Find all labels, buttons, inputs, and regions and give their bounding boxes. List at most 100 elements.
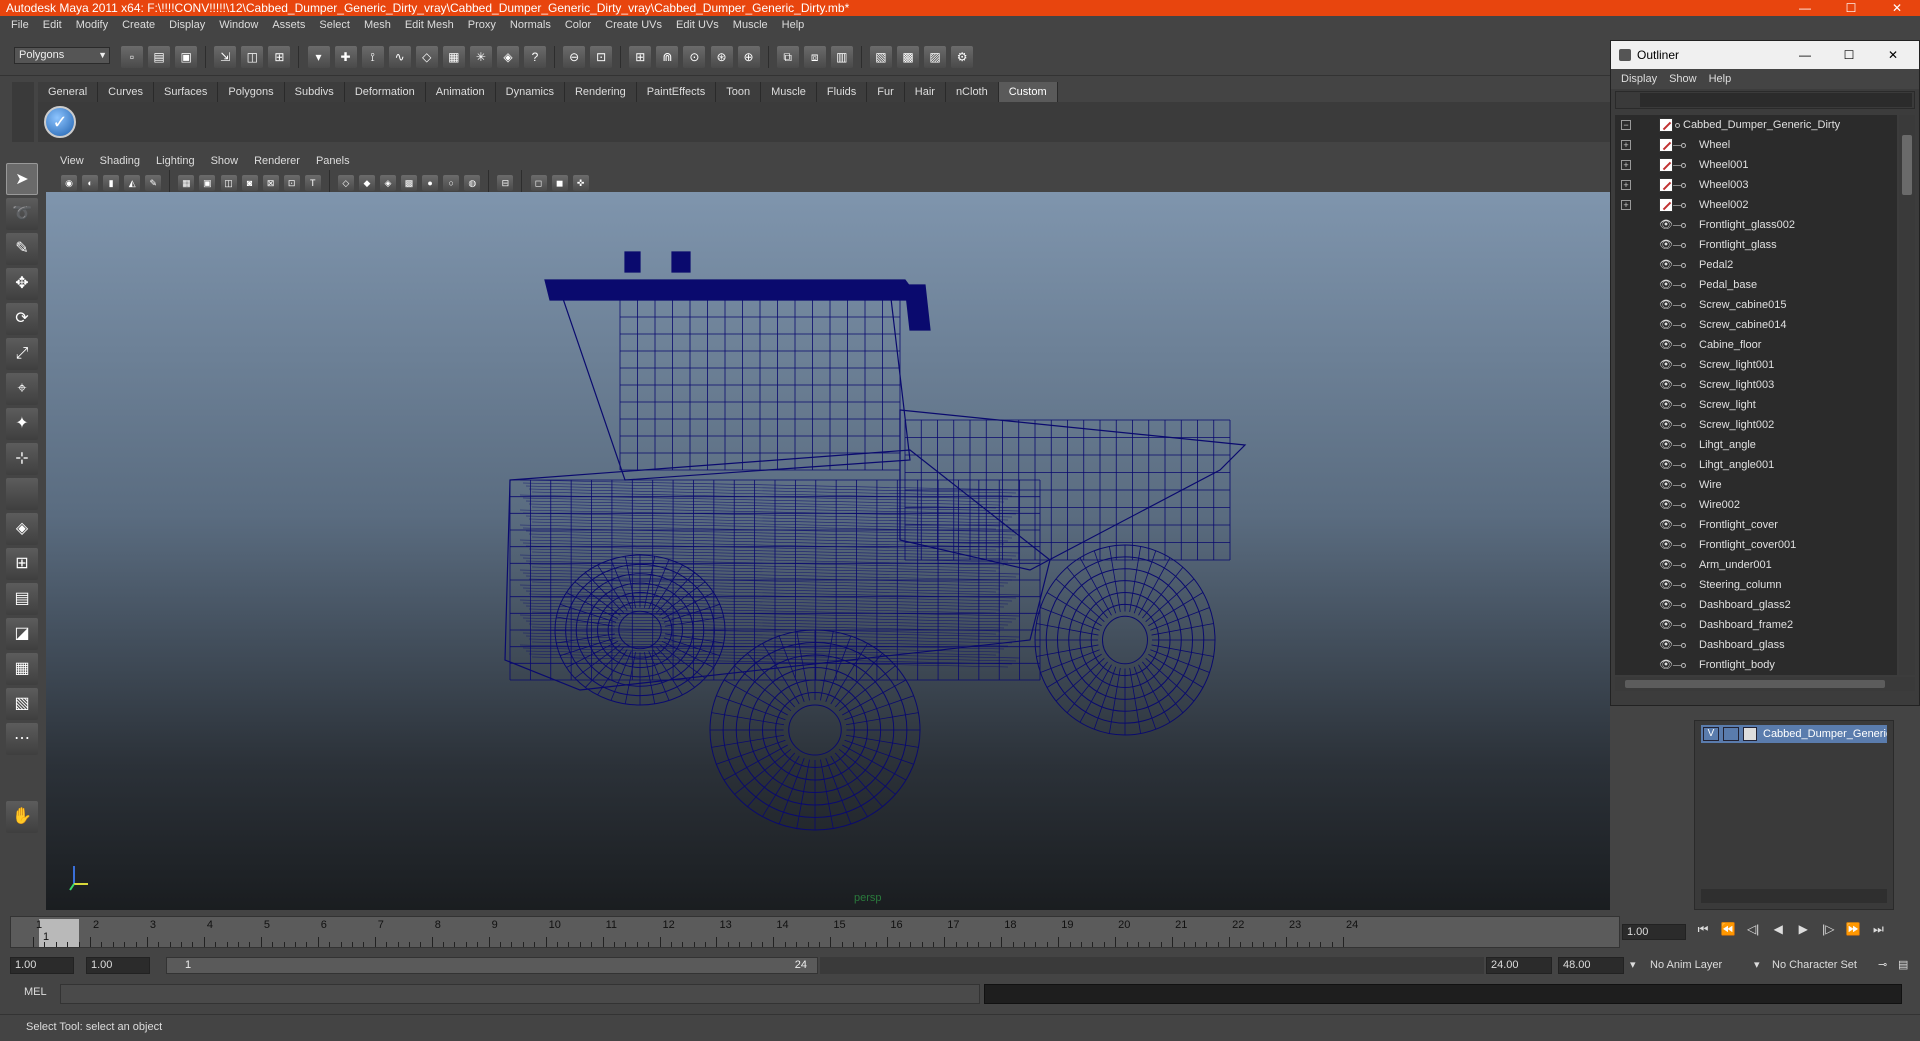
viewport-menu-show[interactable]: Show	[203, 155, 247, 167]
viewport-menu-view[interactable]: View	[52, 155, 92, 167]
render-view-icon[interactable]: ▧	[869, 46, 892, 68]
scroll-thumb[interactable]	[1902, 135, 1912, 195]
menu-create-uvs[interactable]: Create UVs	[598, 19, 669, 31]
shelf-tab-rendering[interactable]: Rendering	[564, 82, 637, 102]
custom-shelf-check-icon[interactable]: ✓	[44, 106, 76, 138]
universal-manipulator-icon[interactable]: ⌖	[6, 373, 38, 405]
lock-selection-icon[interactable]: ⊖	[563, 46, 586, 68]
time-slider[interactable]: 1 2 3 4 5 6 7 8 9 10 11 12 13 14 15 16 17 18 19 20 21 22 23 24 1	[10, 916, 1620, 948]
backface-culling-icon[interactable]: ✜	[572, 174, 589, 191]
outliner-item[interactable]: 👁 Cabine_floor	[1615, 335, 1897, 355]
select-dynamics-icon[interactable]: ✳	[469, 46, 492, 68]
viewport-menu-lighting[interactable]: Lighting	[148, 155, 203, 167]
select-curves-icon[interactable]: ∿	[388, 46, 411, 68]
isolate-select-icon[interactable]: ⊟	[497, 174, 514, 191]
outliner-item[interactable]: 👁 Frontlight_glass	[1615, 235, 1897, 255]
outliner-item[interactable]: 👁 Screw_cabine014	[1615, 315, 1897, 335]
go-to-start-icon[interactable]: ⏮	[1692, 922, 1714, 937]
outliner-item[interactable]: 👁 Frontlight_body	[1615, 655, 1897, 675]
outliner-item[interactable]: − Cabbed_Dumper_Generic_Dirty	[1615, 115, 1897, 135]
animation-end-field[interactable]: 48.00	[1558, 957, 1624, 974]
outliner-item[interactable]: 👁 Frontlight_glass002	[1615, 215, 1897, 235]
layer-color-swatch[interactable]	[1743, 727, 1757, 741]
select-deformations-icon[interactable]: ▦	[442, 46, 465, 68]
menu-proxy[interactable]: Proxy	[461, 19, 503, 31]
outliner-item[interactable]: 👁 Dashboard_glass	[1615, 635, 1897, 655]
highlight-selection-icon[interactable]: ⊡	[590, 46, 613, 68]
shelf-tab-animation[interactable]: Animation	[425, 82, 496, 102]
soft-mod-tool-icon[interactable]: ✦	[6, 408, 38, 440]
shelf-tab-ncloth[interactable]: nCloth	[945, 82, 999, 102]
expand-icon[interactable]: +	[1621, 180, 1631, 190]
menu-create[interactable]: Create	[115, 19, 162, 31]
shelf-tab-polygons[interactable]: Polygons	[218, 82, 285, 102]
playback-start-field[interactable]: 1.00	[86, 957, 150, 974]
play-backwards-icon[interactable]: ◀	[1767, 922, 1789, 936]
paint-select-tool-icon[interactable]: ✎	[6, 233, 38, 265]
single-perspective-layout-icon[interactable]: ◈	[6, 513, 38, 545]
io-connections-icon[interactable]: ⧈	[803, 46, 826, 68]
layer-visibility-toggle[interactable]: V	[1703, 727, 1719, 741]
outliner-item[interactable]: 👁 Lihgt_angle	[1615, 435, 1897, 455]
camera-bookmarks-icon[interactable]: ◐	[82, 174, 99, 191]
select-surfaces-icon[interactable]: ◇	[415, 46, 438, 68]
outliner-item[interactable]: 👁 Wire	[1615, 475, 1897, 495]
shelf-tab-fluids[interactable]: Fluids	[816, 82, 868, 102]
outliner-item[interactable]: 👁 Screw_cabine015	[1615, 295, 1897, 315]
shelf-tab-subdivs[interactable]: Subdivs	[284, 82, 345, 102]
outliner-horizontal-scrollbar[interactable]	[1615, 677, 1915, 691]
menu-modify[interactable]: Modify	[69, 19, 115, 31]
anim-layer-dropdown[interactable]: No Anim Layer	[1650, 957, 1750, 974]
snap-curve-icon[interactable]: ⋒	[656, 46, 679, 68]
snap-point-icon[interactable]: ⊙	[683, 46, 706, 68]
menu-edit[interactable]: Edit	[36, 19, 69, 31]
command-input[interactable]	[60, 984, 980, 1004]
history-icon[interactable]: ⧉	[776, 46, 799, 68]
select-tool-icon[interactable]: ➤	[6, 163, 38, 195]
outliner-item[interactable]: 👁 Wire002	[1615, 495, 1897, 515]
current-time-field[interactable]: 1.00	[1622, 924, 1686, 940]
outliner-item[interactable]: + Wheel	[1615, 135, 1897, 155]
viewport-menu-renderer[interactable]: Renderer	[246, 155, 308, 167]
outliner-maximize-button[interactable]: ☐	[1827, 41, 1871, 69]
step-forward-frame-icon[interactable]: |▷	[1817, 922, 1839, 936]
collapse-icon[interactable]: −	[1621, 120, 1631, 130]
menu-file[interactable]: File	[4, 19, 36, 31]
paint-effects-icon[interactable]: ✋	[6, 801, 38, 833]
outliner-minimize-button[interactable]: —	[1783, 41, 1827, 69]
select-handles-icon[interactable]: ✚	[334, 46, 357, 68]
persp-uv-layout-icon[interactable]: ▧	[6, 688, 38, 720]
film-gate-icon[interactable]: ▣	[199, 174, 216, 191]
menu-display[interactable]: Display	[162, 19, 212, 31]
save-scene-icon[interactable]: ▣	[175, 46, 198, 68]
outliner-item[interactable]: 👁 Steering_column	[1615, 575, 1897, 595]
shadows-icon[interactable]: ◍	[464, 174, 481, 191]
chevron-down-icon[interactable]: ▾	[1630, 957, 1644, 974]
open-scene-icon[interactable]: ▤	[148, 46, 171, 68]
scroll-thumb[interactable]	[1625, 680, 1885, 688]
menu-help[interactable]: Help	[775, 19, 812, 31]
auto-key-icon[interactable]: ⊸	[1878, 957, 1894, 974]
display-layer-row[interactable]: V Cabbed_Dumper_Generic	[1701, 725, 1887, 743]
menu-normals[interactable]: Normals	[503, 19, 558, 31]
outliner-menu-display[interactable]: Display	[1615, 73, 1663, 85]
outliner-item[interactable]: 👁 Pedal2	[1615, 255, 1897, 275]
expand-icon[interactable]: +	[1621, 200, 1631, 210]
xray-joints-icon[interactable]: ◼	[551, 174, 568, 191]
playback-end-field[interactable]: 24.00	[1486, 957, 1552, 974]
persp-graph-layout-icon[interactable]: ◪	[6, 618, 38, 650]
layer-scrollbar[interactable]	[1701, 889, 1887, 903]
safe-title-icon[interactable]: T	[304, 174, 321, 191]
outliner-menu-help[interactable]: Help	[1703, 73, 1738, 85]
select-rendering-icon[interactable]: ◈	[496, 46, 519, 68]
step-forward-key-icon[interactable]: ⏩	[1842, 922, 1864, 936]
outliner-item[interactable]: 👁 Pedal_base	[1615, 275, 1897, 295]
render-current-icon[interactable]: ▩	[897, 46, 919, 68]
all-lights-icon[interactable]: ○	[443, 174, 460, 191]
construction-history-icon[interactable]: ▥	[830, 46, 853, 68]
layer-playback-toggle[interactable]	[1723, 727, 1739, 741]
select-misc-icon[interactable]: ?	[524, 46, 546, 68]
shelf-tab-dynamics[interactable]: Dynamics	[495, 82, 565, 102]
image-plane-icon[interactable]: ▮	[103, 174, 120, 191]
animation-prefs-icon[interactable]: ▤	[1898, 957, 1914, 974]
